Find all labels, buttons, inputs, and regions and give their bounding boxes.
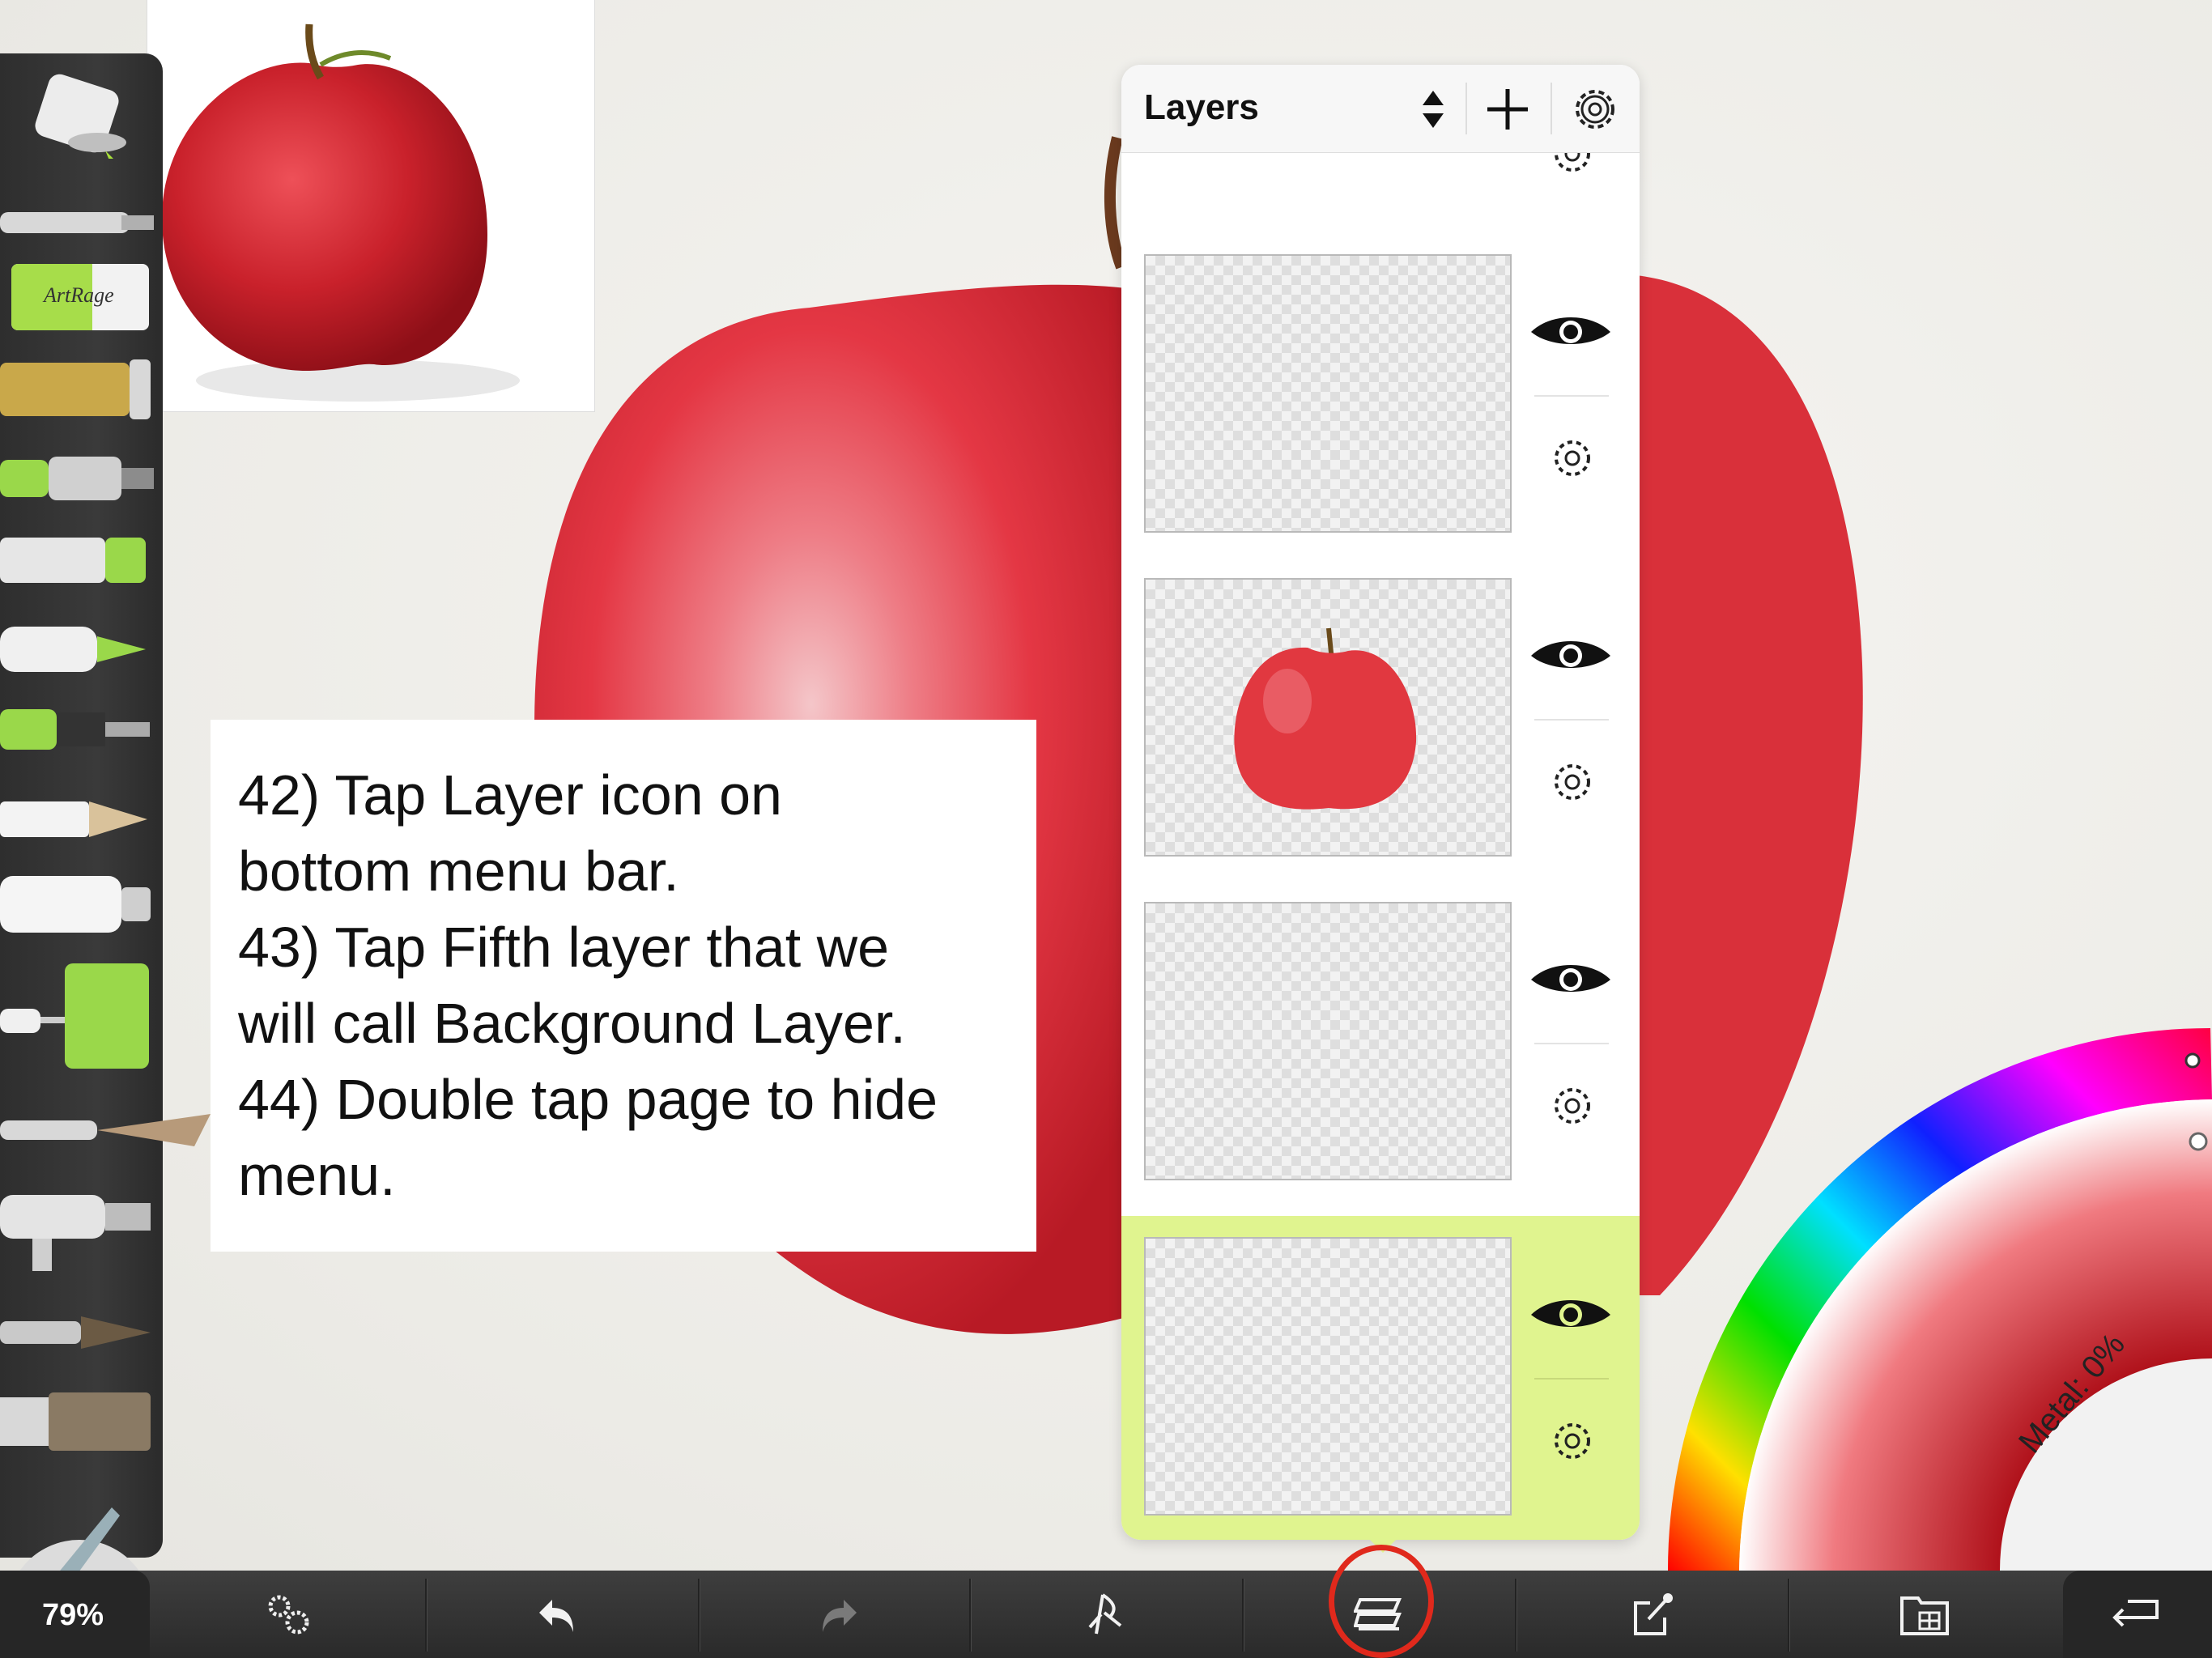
marker-tool[interactable] bbox=[0, 612, 154, 685]
layer-row-3[interactable] bbox=[1121, 902, 1640, 1226]
stencils-button[interactable] bbox=[971, 1571, 1242, 1658]
row-divider bbox=[1534, 395, 1609, 397]
color-selector[interactable] bbox=[2189, 1132, 2208, 1151]
layer-settings-gear-icon[interactable] bbox=[1565, 79, 1625, 139]
layers-panel[interactable]: Layers bbox=[1121, 65, 1640, 1540]
layer-row-2[interactable] bbox=[1121, 578, 1640, 902]
return-icon bbox=[2112, 1600, 2159, 1627]
header-divider bbox=[1465, 83, 1467, 134]
instruction-note: 42) Tap Layer icon on bottom menu bar. 4… bbox=[211, 720, 1036, 1252]
row-divider bbox=[1534, 719, 1609, 721]
share-button[interactable] bbox=[1516, 1571, 1788, 1658]
palette-knife-pen-tool[interactable] bbox=[0, 199, 154, 248]
palette-knife-tool[interactable] bbox=[0, 1090, 211, 1171]
redo-button[interactable] bbox=[700, 1571, 969, 1658]
reorder-icon[interactable] bbox=[1403, 79, 1463, 139]
add-layer-icon[interactable] bbox=[1478, 79, 1538, 139]
stencil-figure-icon bbox=[1088, 1593, 1122, 1635]
redo-icon bbox=[823, 1600, 857, 1632]
layer-thumbnail bbox=[1144, 1237, 1512, 1516]
undo-icon bbox=[539, 1600, 573, 1632]
layer-row-1[interactable] bbox=[1121, 254, 1640, 578]
visibility-eye-icon[interactable] bbox=[1526, 955, 1615, 1004]
settings-gears-icon bbox=[268, 1595, 309, 1635]
settings-button[interactable] bbox=[150, 1571, 425, 1658]
watercolor-brush-tool[interactable] bbox=[0, 1292, 154, 1373]
visibility-eye-icon[interactable] bbox=[1526, 308, 1615, 356]
instruction-text: 42) Tap Layer icon on bottom menu bar. 4… bbox=[238, 763, 938, 1207]
tool-picker[interactable]: ArtRage bbox=[0, 53, 211, 1613]
color-picker[interactable] bbox=[1660, 1020, 2212, 1571]
layers-header: Layers bbox=[1121, 65, 1640, 153]
share-icon bbox=[1634, 1593, 1673, 1635]
eraser-brand-label: ArtRage bbox=[44, 283, 114, 307]
layer-thumbnail bbox=[1144, 254, 1512, 533]
paint-roller-tool[interactable] bbox=[0, 960, 154, 1082]
gallery-button[interactable] bbox=[1789, 1571, 2061, 1658]
return-button[interactable] bbox=[2063, 1571, 2212, 1658]
layer-row-4-selected[interactable] bbox=[1121, 1216, 1640, 1540]
row-divider bbox=[1534, 1378, 1609, 1380]
paint-bucket-tool[interactable] bbox=[0, 70, 154, 159]
paint-tube-tool[interactable] bbox=[0, 863, 154, 944]
apple-thumbnail bbox=[1234, 627, 1417, 810]
eraser-tool[interactable]: ArtRage bbox=[11, 264, 149, 330]
zoom-button[interactable]: 79% bbox=[0, 1571, 150, 1658]
reference-image[interactable] bbox=[147, 0, 594, 411]
glitter-tube-tool[interactable] bbox=[0, 353, 154, 426]
pencil-tool[interactable] bbox=[0, 782, 154, 855]
oil-brush-tool[interactable] bbox=[0, 1381, 154, 1462]
gallery-icon bbox=[1900, 1596, 1949, 1635]
layer-gear-icon[interactable] bbox=[1548, 1417, 1597, 1465]
visibility-eye-icon[interactable] bbox=[1526, 631, 1615, 680]
layers-title: Layers bbox=[1144, 87, 1259, 127]
layer-gear-icon[interactable] bbox=[1548, 434, 1597, 483]
row-divider bbox=[1534, 1043, 1609, 1044]
bottom-menu-bar: 79% bbox=[0, 1571, 2212, 1658]
layers-button-highlight bbox=[1329, 1545, 1434, 1658]
layer-gear-icon[interactable] bbox=[1548, 1082, 1597, 1130]
ink-pen-tool[interactable] bbox=[0, 693, 154, 766]
hue-selector[interactable] bbox=[2184, 1052, 2201, 1069]
felt-pen-tool[interactable] bbox=[0, 442, 154, 515]
undo-button[interactable] bbox=[427, 1571, 698, 1658]
layer-thumbnail-apple bbox=[1144, 578, 1512, 857]
crayon-tool[interactable] bbox=[0, 523, 154, 596]
header-divider bbox=[1551, 83, 1552, 134]
layer-thumbnail bbox=[1144, 902, 1512, 1180]
layer-gear-icon[interactable] bbox=[1548, 758, 1597, 806]
zoom-label: 79% bbox=[42, 1598, 104, 1632]
airbrush-tool[interactable] bbox=[0, 1179, 154, 1276]
reference-apple-photo bbox=[162, 23, 520, 402]
visibility-eye-icon[interactable] bbox=[1526, 1290, 1615, 1339]
